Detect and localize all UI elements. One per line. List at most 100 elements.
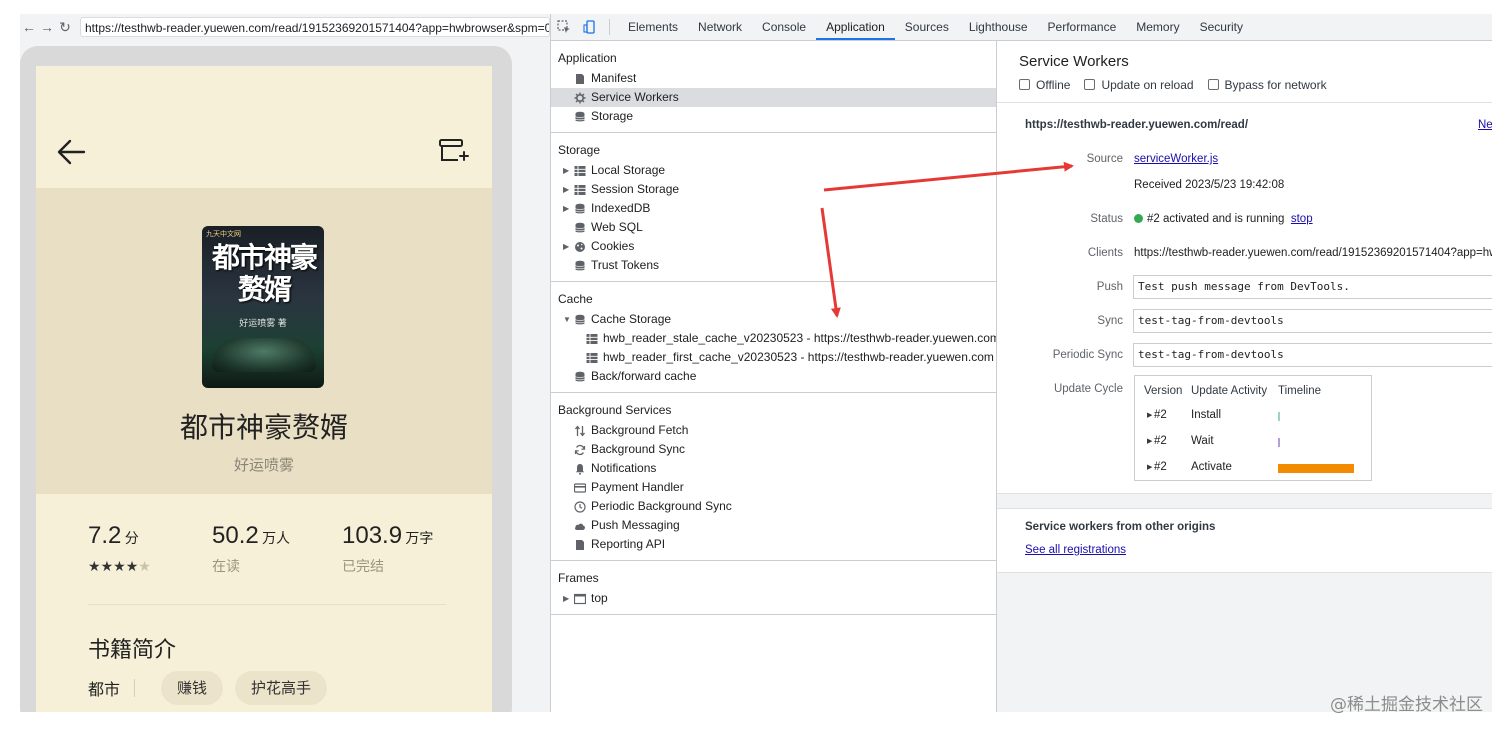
tab-sources[interactable]: Sources (895, 14, 959, 40)
sidebar-item-label: Reporting API (591, 537, 666, 551)
update-cycle-row[interactable]: ▶ #2 Activate (1135, 461, 1371, 481)
book-hero: 九天中文网 都市神豪赘婿 好运喷雾 著 都市神豪赘婿 好运喷雾 (36, 188, 492, 494)
update-on-reload-checkbox[interactable]: Update on reload (1084, 78, 1194, 92)
tab-security[interactable]: Security (1190, 14, 1253, 40)
expand-triangle-icon[interactable]: ▶ (1147, 463, 1152, 471)
update-cycle-row[interactable]: ▶ #2 Install (1135, 409, 1371, 429)
sync-input[interactable]: test-tag-from-devtools (1133, 309, 1492, 333)
status-value: #2 activated and is running stop (1134, 213, 1313, 225)
sidebar-item[interactable]: Reporting API (551, 535, 996, 554)
sidebar-item[interactable]: Notifications (551, 459, 996, 478)
add-to-shelf-icon[interactable] (436, 134, 470, 168)
checkbox-box[interactable] (1019, 79, 1030, 90)
cloud-icon (574, 519, 586, 531)
grid-icon (574, 183, 586, 195)
sidebar-section-title[interactable]: Storage (551, 141, 996, 159)
book-author[interactable]: 好运喷雾 (36, 454, 492, 475)
expand-triangle-icon[interactable]: ▶ (1147, 437, 1152, 445)
clock-icon (574, 500, 586, 513)
section-separator (997, 493, 1492, 509)
tag-pill[interactable]: 护花高手 (235, 671, 328, 705)
offline-checkbox[interactable]: Offline (1019, 78, 1070, 92)
sidebar-item[interactable]: ▶ IndexedDB (551, 199, 996, 218)
version-header: Version (1144, 385, 1183, 397)
tab-memory[interactable]: Memory (1126, 14, 1189, 40)
source-file-link[interactable]: serviceWorker.js (1134, 153, 1218, 165)
expanded-triangle-icon[interactable]: ▼ (563, 310, 571, 329)
sidebar-section-title[interactable]: Frames (551, 569, 996, 587)
cover-car-illustration (212, 338, 316, 372)
checkbox-box[interactable] (1084, 79, 1096, 90)
sidebar-item[interactable]: ▶ Local Storage (551, 161, 996, 180)
sidebar-item[interactable]: Web SQL (551, 218, 996, 237)
tab-network[interactable]: Network (688, 14, 752, 40)
inspect-element-icon[interactable] (551, 14, 577, 40)
tab-console[interactable]: Console (752, 14, 816, 40)
sidebar-section-title[interactable]: Background Services (551, 401, 996, 419)
bell-icon (574, 462, 586, 475)
bypass-network-checkbox[interactable]: Bypass for network (1207, 78, 1327, 92)
sidebar-item[interactable]: Service Workers (551, 88, 996, 107)
collapsed-triangle-icon[interactable]: ▶ (563, 589, 569, 608)
collapsed-triangle-icon[interactable]: ▶ (563, 180, 569, 199)
sidebar-item[interactable]: Storage (551, 107, 996, 126)
tab-lighthouse[interactable]: Lighthouse (959, 14, 1038, 40)
network-requests-link[interactable]: Ne (1478, 119, 1492, 131)
toolbar-divider (609, 19, 610, 35)
back-arrow-icon[interactable] (54, 132, 94, 172)
forward-nav-icon[interactable]: → (38, 19, 56, 35)
tag-pill[interactable]: 赚钱 (161, 671, 224, 705)
back-nav-icon[interactable]: ← (20, 19, 38, 35)
tab-application[interactable]: Application (816, 14, 895, 40)
tab-performance[interactable]: Performance (1038, 14, 1127, 40)
address-input[interactable]: https://testhwb-reader.yuewen.com/read/1… (80, 17, 550, 37)
tab-elements[interactable]: Elements (618, 14, 688, 40)
phone-screen: 九天中文网 都市神豪赘婿 好运喷雾 著 都市神豪赘婿 好运喷雾 7.2 分 ★★… (36, 66, 492, 712)
expand-triangle-icon[interactable]: ▶ (1147, 411, 1152, 419)
grid-icon (586, 351, 598, 363)
sidebar-item[interactable]: ▶ top (551, 589, 996, 608)
cookie-icon (574, 240, 586, 252)
see-all-registrations-link[interactable]: See all registrations (1025, 544, 1126, 556)
sidebar-item-label: Session Storage (591, 182, 680, 196)
sidebar-item[interactable]: Background Sync (551, 440, 996, 459)
checkbox-box[interactable] (1207, 79, 1219, 90)
collapsed-triangle-icon[interactable]: ▶ (563, 199, 569, 218)
sidebar-item[interactable]: Periodic Background Sync (551, 497, 996, 516)
sidebar-item[interactable]: Push Messaging (551, 516, 996, 535)
application-sidebar: Application Manifest Service Workers Storag… (551, 41, 997, 712)
device-toolbar-icon[interactable] (577, 14, 603, 40)
stop-link[interactable]: stop (1291, 213, 1313, 225)
book-cover[interactable]: 九天中文网 都市神豪赘婿 好运喷雾 著 (202, 226, 324, 388)
readers-label: 在读 (212, 559, 240, 575)
sidebar-section-frames: Frames ▶ top (551, 561, 996, 615)
readers-unit: 万人 (262, 531, 291, 547)
grid-icon (586, 332, 598, 344)
sidebar-item[interactable]: Trust Tokens (551, 256, 996, 275)
sidebar-item[interactable]: ▶ Session Storage (551, 180, 996, 199)
sidebar-item[interactable]: Back/forward cache (551, 367, 996, 386)
sidebar-item-label: Background Sync (591, 442, 686, 456)
rating-value: 7.2 (88, 522, 122, 549)
category-tag[interactable]: 都市 (88, 676, 120, 700)
reload-icon[interactable]: ↻ (56, 19, 74, 36)
rating-unit: 分 (124, 531, 139, 547)
sidebar-item[interactable]: hwb_reader_first_cache_v20230523 - https… (551, 348, 996, 367)
update-cycle-row[interactable]: ▶ #2 Wait (1135, 435, 1371, 455)
collapsed-triangle-icon[interactable]: ▶ (563, 237, 569, 256)
sidebar-section-storage: Storage ▶ Local Storage ▶ Session Storage ▶ In… (551, 133, 996, 282)
sidebar-item[interactable]: ▼ Cache Storage (551, 310, 996, 329)
periodic-sync-input[interactable]: test-tag-from-devtools (1133, 343, 1492, 367)
sidebar-section-title[interactable]: Cache (551, 290, 996, 308)
update-activity-header: Update Activity (1191, 385, 1268, 397)
collapsed-triangle-icon[interactable]: ▶ (563, 161, 569, 180)
timeline-bar (1278, 438, 1280, 447)
sidebar-section-title[interactable]: Application (551, 49, 996, 67)
sidebar-item[interactable]: Payment Handler (551, 478, 996, 497)
push-input[interactable]: Test push message from DevTools. (1133, 275, 1492, 299)
sidebar-item[interactable]: ▶ Cookies (551, 237, 996, 256)
status-text: #2 activated and is running (1147, 213, 1285, 225)
sidebar-item[interactable]: Background Fetch (551, 421, 996, 440)
sidebar-item[interactable]: hwb_reader_stale_cache_v20230523 - https… (551, 329, 996, 348)
sidebar-item[interactable]: Manifest (551, 69, 996, 88)
